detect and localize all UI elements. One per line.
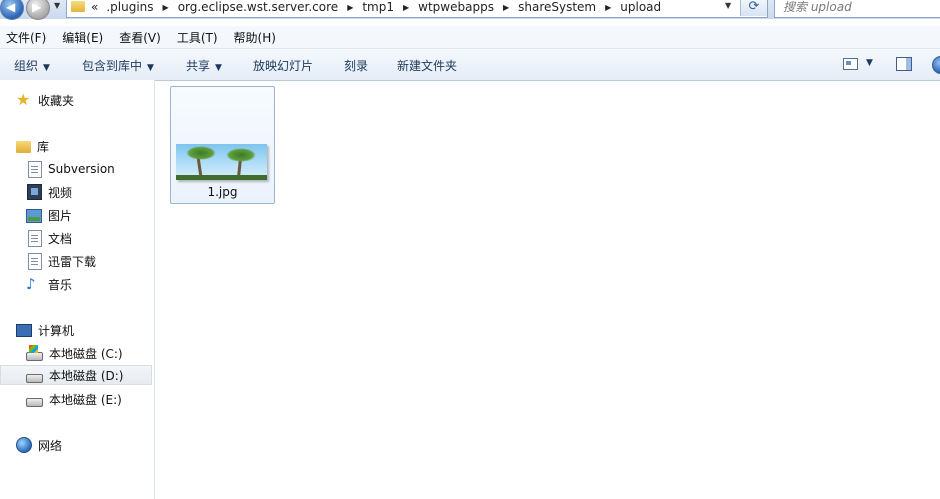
slideshow-button[interactable]: 放映幻灯片 bbox=[253, 57, 313, 74]
recent-pages-dropdown-icon[interactable]: ▼ bbox=[54, 1, 60, 10]
breadcrumb-overflow[interactable]: « bbox=[91, 0, 98, 14]
hard-drive-icon bbox=[26, 373, 43, 383]
chevron-right-icon[interactable]: ▶ bbox=[605, 3, 611, 12]
nav-drive-c[interactable]: 本地磁盘 (C:) bbox=[26, 343, 123, 363]
nav-favorites[interactable]: ★ 收藏夹 bbox=[16, 90, 74, 110]
organize-label: 组织 bbox=[14, 59, 39, 73]
search-input[interactable] bbox=[775, 0, 933, 14]
document-icon bbox=[28, 160, 42, 178]
menu-edit[interactable]: 编辑(E) bbox=[62, 29, 103, 46]
video-icon bbox=[27, 184, 42, 200]
nav-library-pictures-label: 图片 bbox=[48, 208, 73, 223]
help-icon[interactable] bbox=[932, 56, 940, 74]
nav-library-music[interactable]: ♪ 音乐 bbox=[26, 274, 72, 294]
folder-icon bbox=[71, 1, 85, 12]
chevron-right-icon[interactable]: ▶ bbox=[347, 3, 353, 12]
share-button[interactable]: 共享 ▼ bbox=[186, 57, 222, 74]
nav-library-documents-label: 文档 bbox=[48, 231, 73, 246]
breadcrumb-item-tmp1[interactable]: tmp1 bbox=[362, 0, 394, 14]
nav-library-subversion-label: Subversion bbox=[48, 162, 115, 176]
nav-library-xunlei-downloads[interactable]: 迅雷下载 bbox=[26, 251, 96, 271]
nav-library-videos-label: 视频 bbox=[48, 185, 73, 200]
chevron-down-icon: ▼ bbox=[43, 63, 50, 73]
nav-drive-e[interactable]: 本地磁盘 (E:) bbox=[26, 389, 122, 409]
nav-drive-d-label: 本地磁盘 (D:) bbox=[49, 368, 124, 383]
nav-library-music-label: 音乐 bbox=[48, 277, 73, 292]
include-in-library-button[interactable]: 包含到库中 ▼ bbox=[82, 57, 154, 74]
back-arrow-icon: ◀ bbox=[6, 0, 16, 14]
nav-computer-label: 计算机 bbox=[38, 323, 75, 338]
network-globe-icon bbox=[16, 437, 32, 453]
new-folder-button[interactable]: 新建文件夹 bbox=[397, 57, 457, 74]
forward-button[interactable]: ▶ bbox=[26, 0, 50, 20]
nav-libraries-label: 库 bbox=[37, 139, 50, 154]
system-drive-icon bbox=[26, 344, 43, 361]
back-button[interactable]: ◀ bbox=[0, 0, 24, 20]
refresh-icon: ⟳ bbox=[748, 0, 760, 14]
navigation-pane[interactable]: ★ 收藏夹 库 Subversion 视频 图片 文档 迅雷下载 ♪ 音乐 计算… bbox=[0, 80, 155, 499]
nav-drive-e-label: 本地磁盘 (E:) bbox=[49, 392, 122, 407]
nav-favorites-label: 收藏夹 bbox=[38, 93, 75, 108]
music-note-icon: ♪ bbox=[26, 275, 36, 293]
chevron-right-icon[interactable]: ▶ bbox=[503, 3, 509, 12]
file-name: 1.jpg bbox=[207, 185, 238, 199]
menu-bar: 文件(F) 编辑(E) 查看(V) 工具(T) 帮助(H) bbox=[0, 26, 940, 48]
hard-drive-icon bbox=[26, 397, 43, 407]
change-view-icon[interactable] bbox=[843, 58, 858, 70]
download-folder-icon bbox=[28, 252, 42, 270]
nav-network[interactable]: 网络 bbox=[16, 435, 62, 455]
address-dropdown-icon[interactable]: ▼ bbox=[725, 1, 731, 10]
menu-tools[interactable]: 工具(T) bbox=[177, 29, 218, 46]
nav-library-pictures[interactable]: 图片 bbox=[26, 205, 72, 225]
breadcrumb-item-upload[interactable]: upload bbox=[620, 0, 661, 14]
nav-drive-d[interactable]: 本地磁盘 (D:) bbox=[0, 365, 152, 385]
organize-button[interactable]: 组织 ▼ bbox=[14, 57, 50, 74]
nav-libraries[interactable]: 库 bbox=[16, 136, 49, 156]
file-item-1-jpg[interactable]: 1.jpg bbox=[170, 86, 275, 204]
address-bar: ◀ ▶ ▼ « .plugins ▶ org.eclipse.wst.serve… bbox=[0, 0, 940, 20]
refresh-button[interactable]: ⟳ bbox=[740, 0, 767, 16]
nav-library-subversion[interactable]: Subversion bbox=[26, 159, 115, 179]
chevron-right-icon[interactable]: ▶ bbox=[163, 3, 169, 12]
breadcrumb: « .plugins ▶ org.eclipse.wst.server.core… bbox=[91, 0, 661, 14]
breadcrumb-item-wtpwebapps[interactable]: wtpwebapps bbox=[418, 0, 494, 14]
forward-arrow-icon: ▶ bbox=[32, 0, 42, 14]
nav-drive-c-label: 本地磁盘 (C:) bbox=[49, 346, 123, 361]
breadcrumb-item-server-core[interactable]: org.eclipse.wst.server.core bbox=[178, 0, 339, 14]
menu-file[interactable]: 文件(F) bbox=[6, 29, 46, 46]
picture-icon bbox=[26, 209, 42, 223]
burn-button[interactable]: 刻录 bbox=[344, 57, 368, 74]
breadcrumb-item-sharesystem[interactable]: shareSystem bbox=[518, 0, 596, 14]
menu-view[interactable]: 查看(V) bbox=[119, 29, 161, 46]
preview-pane-icon[interactable] bbox=[896, 57, 912, 71]
chevron-down-icon: ▼ bbox=[215, 63, 222, 73]
include-in-library-label: 包含到库中 bbox=[82, 59, 143, 73]
chevron-down-icon: ▼ bbox=[147, 63, 154, 73]
document-icon bbox=[28, 229, 42, 247]
nav-computer[interactable]: 计算机 bbox=[16, 320, 74, 340]
library-icon bbox=[16, 141, 31, 153]
nav-library-documents[interactable]: 文档 bbox=[26, 228, 72, 248]
nav-library-videos[interactable]: 视频 bbox=[26, 182, 72, 202]
view-options-dropdown-icon[interactable]: ▼ bbox=[866, 58, 873, 68]
search-box[interactable] bbox=[774, 0, 940, 18]
breadcrumb-item-plugins[interactable]: .plugins bbox=[106, 0, 153, 14]
menu-help[interactable]: 帮助(H) bbox=[234, 29, 276, 46]
computer-icon bbox=[16, 324, 32, 337]
nav-network-label: 网络 bbox=[38, 438, 63, 453]
share-label: 共享 bbox=[186, 59, 211, 73]
star-icon: ★ bbox=[16, 90, 31, 109]
command-toolbar: 组织 ▼ 包含到库中 ▼ 共享 ▼ 放映幻灯片 刻录 新建文件夹 ▼ bbox=[0, 48, 940, 81]
address-field[interactable]: « .plugins ▶ org.eclipse.wst.server.core… bbox=[66, 0, 768, 18]
image-thumbnail-icon bbox=[176, 144, 267, 180]
chevron-right-icon[interactable]: ▶ bbox=[403, 3, 409, 12]
nav-library-xunlei-downloads-label: 迅雷下载 bbox=[48, 254, 97, 269]
